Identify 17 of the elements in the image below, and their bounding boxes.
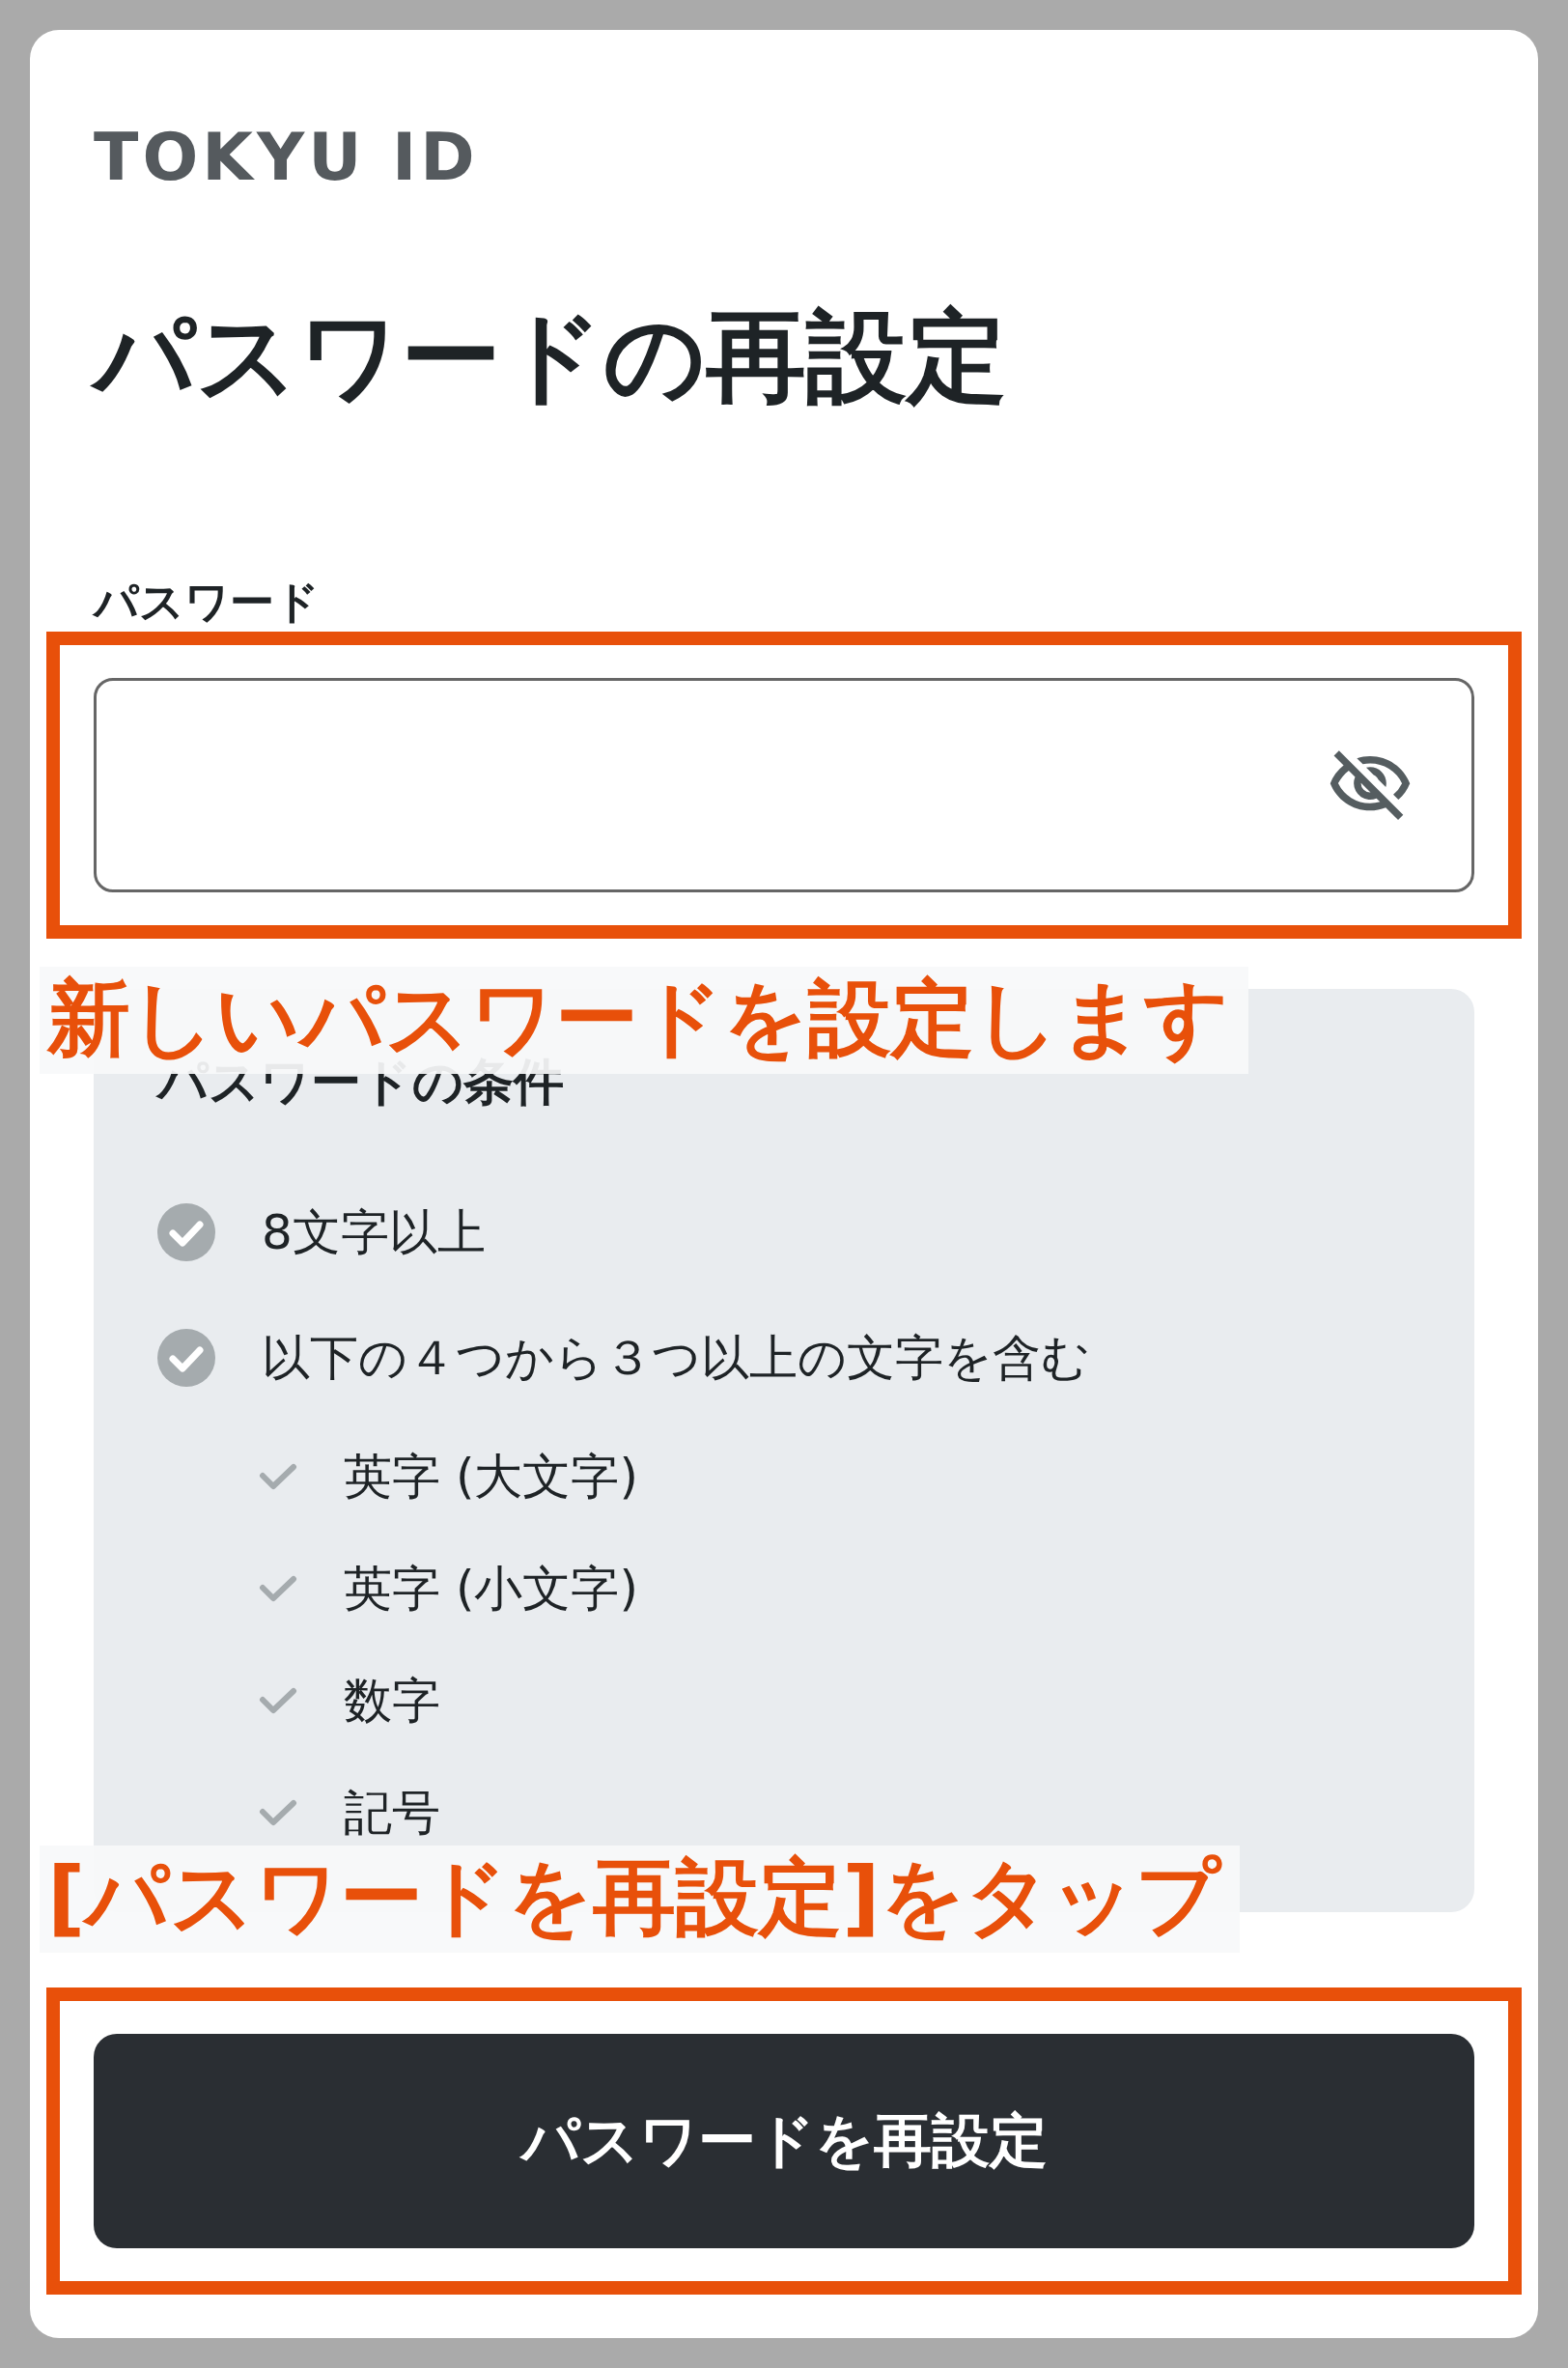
condition-text: 記号 — [344, 1784, 440, 1843]
condition-text: 英字 (小文字) — [344, 1560, 638, 1619]
check-icon — [259, 1798, 297, 1828]
condition-text: 英字 (大文字) — [344, 1448, 638, 1507]
check-circle-icon — [157, 1329, 215, 1388]
password-field[interactable] — [94, 677, 1474, 892]
condition-text: 8文字以上 — [262, 1203, 486, 1262]
annotation-caption: [パスワードを再設定]をタップ — [40, 1846, 1240, 1953]
check-icon — [259, 1574, 297, 1604]
condition-text: 数字 — [344, 1672, 440, 1731]
reset-password-button[interactable]: パスワードを再設定 — [94, 2034, 1474, 2249]
check-icon — [259, 1686, 297, 1716]
field-label: パスワード — [94, 578, 320, 624]
brand-logo-text: TOKYU ID — [94, 125, 480, 190]
check-circle-icon — [157, 1203, 215, 1262]
condition-text: 以下の４つから３つ以上の文字を含む — [262, 1329, 1090, 1388]
check-icon — [259, 1462, 297, 1492]
